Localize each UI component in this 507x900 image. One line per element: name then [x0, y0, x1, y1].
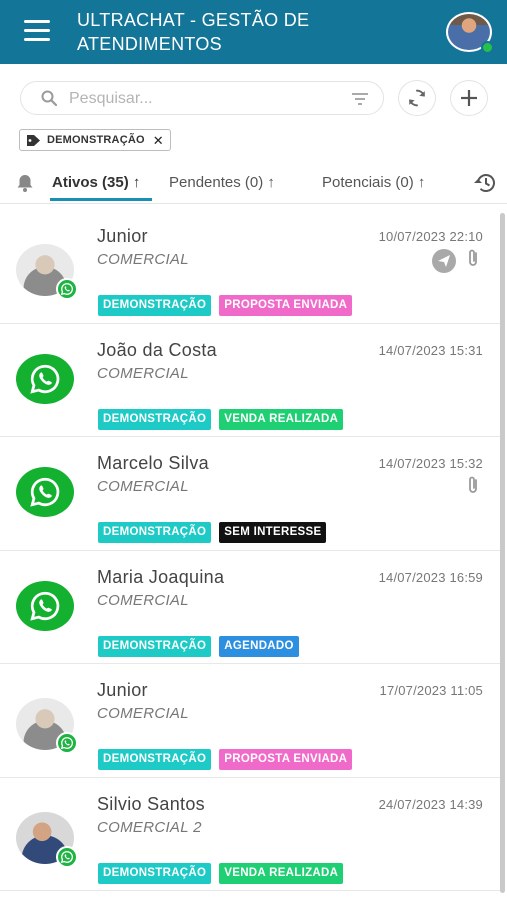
tag-list: DEMONSTRAÇÃO PROPOSTA ENVIADA: [98, 295, 360, 316]
attachment-icon: [466, 475, 480, 500]
whatsapp-badge-icon: [56, 845, 78, 868]
status-tag: DEMONSTRAÇÃO: [98, 635, 212, 657]
message-datetime: 17/07/2023 11:05: [379, 683, 483, 698]
menu-icon[interactable]: [24, 20, 50, 42]
conversation-list: Junior COMERCIAL 10/07/2023 22:10 DEMONSTRA…: [0, 210, 500, 900]
filter-chip: DEMONSTRAÇÃO ✕: [19, 129, 171, 151]
bell-icon[interactable]: [15, 173, 35, 193]
whatsapp-icon: [16, 467, 74, 517]
message-status-icons: [466, 475, 480, 500]
active-tab-indicator: [50, 198, 152, 201]
search-icon: [41, 90, 57, 106]
message-status-icons: [432, 248, 480, 273]
department-label: COMERCIAL: [97, 251, 189, 268]
status-tag: VENDA REALIZADA: [219, 408, 344, 430]
app-title: ULTRACHAT - GESTÃO DE ATENDIMENTOS: [77, 10, 310, 54]
tag-list: DEMONSTRAÇÃO VENDA REALIZADA: [98, 408, 351, 430]
message-datetime: 14/07/2023 16:59: [378, 569, 483, 585]
conversation-item[interactable]: Maria Joaquina COMERCIAL 14/07/2023 16:59 D…: [0, 551, 500, 664]
add-button[interactable]: [450, 80, 488, 116]
user-avatar[interactable]: [446, 12, 494, 54]
contact-avatar: [16, 698, 78, 754]
contact-avatar: [16, 811, 78, 868]
status-tag: DEMONSTRAÇÃO: [98, 408, 212, 430]
tag-list: DEMONSTRAÇÃO SEM INTERESSE: [98, 522, 334, 543]
status-tag: DEMONSTRAÇÃO: [98, 295, 212, 316]
tag-list: DEMONSTRAÇÃO PROPOSTA ENVIADA: [98, 749, 360, 770]
contact-name: Silvio Santos: [97, 793, 205, 814]
conversation-item[interactable]: Silvio Santos COMERCIAL 2 24/07/2023 14:39…: [0, 778, 500, 891]
message-datetime: 10/07/2023 22:10: [378, 229, 483, 244]
status-tag: AGENDADO: [219, 635, 299, 657]
whatsapp-badge-icon: [56, 732, 78, 754]
contact-name: Junior: [97, 226, 148, 246]
tag-list: DEMONSTRAÇÃO AGENDADO: [98, 635, 307, 657]
attachment-icon: [466, 248, 480, 273]
refresh-button[interactable]: [398, 80, 436, 116]
status-tag: DEMONSTRAÇÃO: [98, 522, 212, 543]
conversation-item[interactable]: Junior COMERCIAL 17/07/2023 11:05 DEMONSTRA…: [0, 664, 500, 778]
contact-name: Junior: [97, 680, 148, 700]
contact-name: João da Costa: [97, 339, 217, 360]
department-label: COMERCIAL: [97, 705, 189, 722]
tab-ativos[interactable]: Ativos (35) ↑: [52, 174, 140, 191]
contact-name: Marcelo Silva: [97, 453, 209, 473]
filter-chip-label: DEMONSTRAÇÃO: [47, 134, 145, 146]
app-header: ULTRACHAT - GESTÃO DE ATENDIMENTOS: [0, 0, 507, 64]
filter-icon[interactable]: [351, 91, 369, 107]
status-tag: SEM INTERESSE: [219, 522, 327, 543]
contact-avatar: [16, 244, 78, 300]
status-tag: PROPOSTA ENVIADA: [219, 295, 353, 316]
department-label: COMERCIAL 2: [97, 818, 202, 836]
contact-name: Maria Joaquina: [97, 566, 225, 587]
online-status-icon: [481, 41, 494, 54]
conversation-item[interactable]: Marcelo Silva COMERCIAL 14/07/2023 15:32 DE…: [0, 437, 500, 551]
send-icon: [432, 248, 456, 273]
tabs-divider: [0, 203, 507, 204]
status-tag: DEMONSTRAÇÃO: [98, 749, 212, 770]
refresh-icon: [409, 89, 425, 107]
history-icon[interactable]: [472, 172, 496, 194]
tag-list: DEMONSTRAÇÃO VENDA REALIZADA: [98, 862, 351, 884]
status-tag: VENDA REALIZADA: [219, 862, 344, 884]
status-tag: DEMONSTRAÇÃO: [98, 862, 212, 884]
department-label: COMERCIAL: [97, 364, 189, 382]
plus-icon: [461, 90, 477, 106]
department-label: COMERCIAL: [97, 591, 189, 609]
scrollbar[interactable]: [500, 213, 505, 893]
whatsapp-badge-icon: [56, 278, 78, 300]
status-tag: PROPOSTA ENVIADA: [219, 749, 353, 770]
tab-potenciais[interactable]: Potenciais (0) ↑: [322, 174, 425, 191]
search-input[interactable]: [69, 86, 339, 112]
department-label: COMERCIAL: [97, 478, 189, 495]
message-datetime: 14/07/2023 15:32: [378, 456, 483, 471]
message-datetime: 14/07/2023 15:31: [378, 342, 483, 358]
conversation-item[interactable]: João da Costa COMERCIAL 14/07/2023 15:31 DE…: [0, 324, 500, 437]
tab-pendentes[interactable]: Pendentes (0) ↑: [169, 174, 275, 191]
tag-icon: [27, 134, 40, 146]
message-datetime: 24/07/2023 14:39: [378, 796, 483, 812]
conversation-item[interactable]: Junior COMERCIAL 10/07/2023 22:10 DEMONSTRA…: [0, 210, 500, 324]
chip-close-icon[interactable]: ✕: [153, 134, 164, 147]
search-bar: [20, 81, 384, 115]
whatsapp-icon: [16, 353, 74, 404]
tab-bar: Ativos (35) ↑ Pendentes (0) ↑ Potenciais…: [0, 164, 507, 204]
whatsapp-icon: [16, 580, 74, 631]
